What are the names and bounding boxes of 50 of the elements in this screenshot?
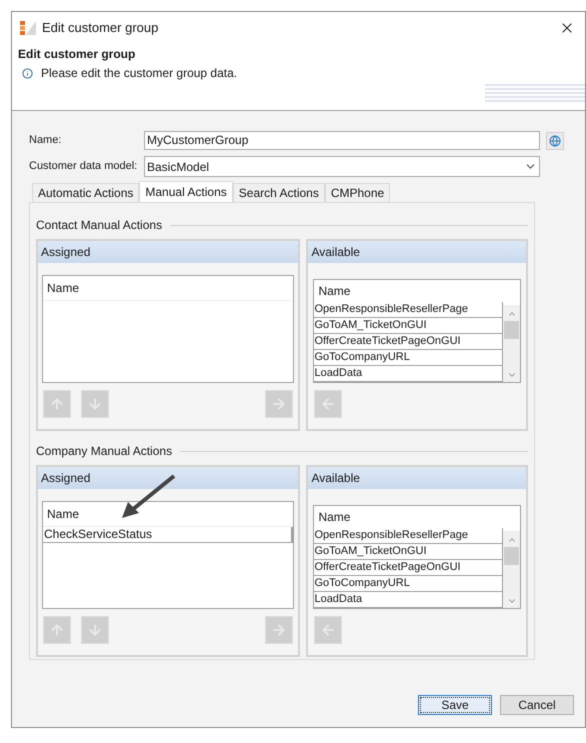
translate-button[interactable] [546, 132, 564, 150]
field-label: Customer data model: [29, 159, 138, 174]
list-row[interactable]: GoToCompanyURL [314, 576, 503, 592]
list-row[interactable]: GoToCompanyURL [314, 350, 503, 366]
panel-header: Available [308, 241, 526, 263]
move-up-icon [49, 622, 65, 638]
move-down-icon [87, 396, 103, 412]
move-down-icon [87, 622, 103, 638]
list-row[interactable]: OfferCreateTicketPageOnGUI [314, 560, 503, 576]
annotation-arrow [120, 473, 178, 519]
list-row[interactable]: LoadData [314, 592, 503, 608]
tab[interactable]: CMPhone [324, 183, 390, 202]
info-icon [22, 68, 33, 78]
tab[interactable]: Search Actions [232, 183, 325, 202]
column-header: Name [43, 276, 292, 301]
tab[interactable]: Manual Actions [139, 181, 233, 202]
model-dropdown[interactable]: BasicModel [144, 156, 540, 177]
column-header: Name [317, 283, 352, 300]
list-row[interactable]: GoToAM_TicketOnGUI [314, 318, 503, 334]
add-icon [320, 622, 336, 638]
panel-header: Available [308, 467, 526, 489]
move-up-icon [49, 396, 65, 412]
remove-icon [271, 396, 288, 412]
info-text: Please edit the customer group data. [41, 65, 238, 82]
scroll-thumb[interactable] [504, 547, 519, 565]
window-title: Edit customer group [42, 19, 158, 38]
name-field[interactable]: MyCustomerGroup [144, 131, 540, 150]
list-row[interactable]: OpenResponsibleResellerPage [314, 528, 503, 544]
column-header: Name [317, 509, 352, 526]
scroll-thumb[interactable] [504, 321, 519, 339]
panel-header: Assigned [38, 467, 298, 489]
group-title: Company Manual Actions [36, 443, 172, 460]
remove-icon [271, 622, 288, 638]
group-title: Contact Manual Actions [36, 217, 162, 234]
app-icon [20, 20, 36, 36]
list-row[interactable]: OfferCreateTicketPageOnGUI [314, 334, 503, 350]
panel-header: Assigned [38, 241, 298, 263]
scrollbar[interactable] [503, 305, 520, 382]
list-row[interactable]: GoToAM_TicketOnGUI [314, 544, 503, 560]
header-title: Edit customer group [18, 46, 136, 62]
globe-icon [549, 134, 561, 146]
tab[interactable]: Automatic Actions [32, 183, 140, 202]
list-row[interactable]: CheckServiceStatus [43, 527, 294, 543]
list-row[interactable]: LoadData [314, 366, 503, 382]
scrollbar[interactable] [503, 531, 520, 608]
dialog-button[interactable]: Cancel [500, 695, 574, 715]
dialog-button[interactable]: Save [418, 695, 492, 715]
field-label: Name: [29, 133, 62, 148]
list-row[interactable]: OpenResponsibleResellerPage [314, 302, 503, 318]
add-icon [320, 396, 336, 412]
